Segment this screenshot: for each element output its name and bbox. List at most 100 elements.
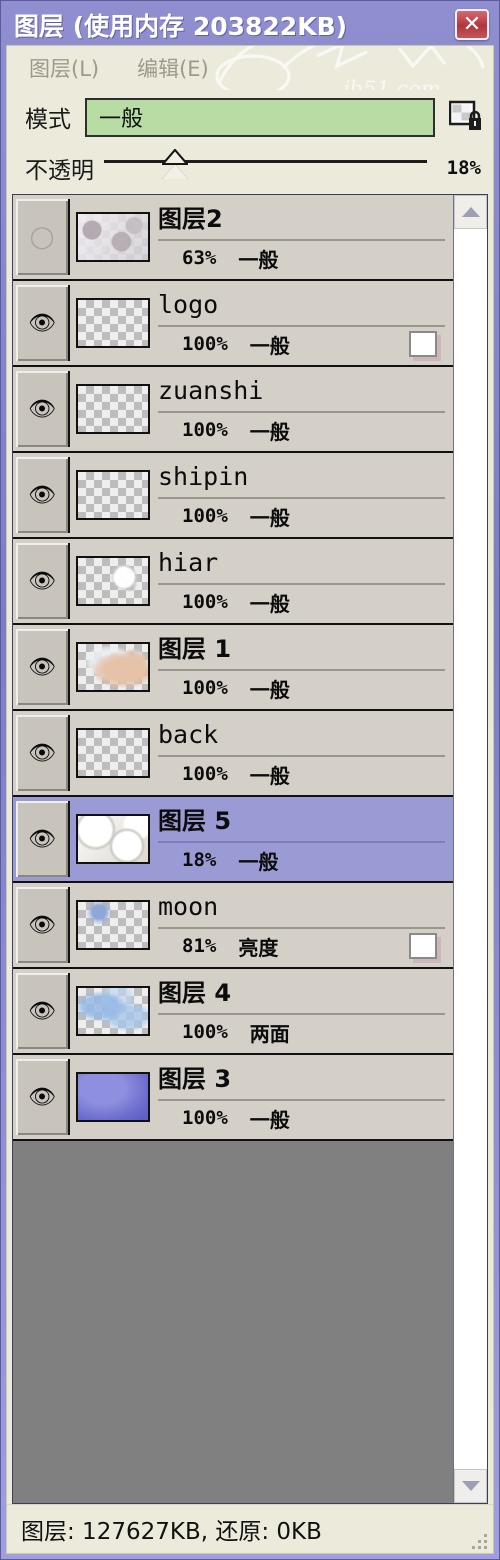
layer-row[interactable]: 👁 图层 3 100% 一般 — [13, 1055, 453, 1141]
layer-name: 图层2 — [158, 199, 445, 241]
layer-thumbnail-cell[interactable] — [70, 711, 156, 795]
layer-visibility-toggle[interactable]: 👁 — [16, 371, 70, 447]
layer-thumbnail-cell[interactable] — [70, 883, 156, 967]
layer-thumbnail-art — [78, 816, 148, 862]
layer-thumbnail-cell[interactable] — [70, 281, 156, 365]
layers-scrollbar[interactable] — [453, 195, 487, 1503]
layer-info: 图层 1 100% 一般 — [156, 625, 453, 709]
layer-row[interactable]: 👁 back 100% 一般 — [13, 711, 453, 797]
layer-visibility-toggle[interactable]: 👁 — [16, 715, 70, 791]
chevron-down-icon — [461, 1481, 480, 1491]
layer-row[interactable]: 👁 图层 1 100% 一般 — [13, 625, 453, 711]
titlebar[interactable]: 图层 (使用内存 203822KB) ✕ — [6, 5, 494, 45]
layer-thumbnail-cell[interactable] — [70, 969, 156, 1053]
layer-thumbnail-cell[interactable] — [70, 539, 156, 623]
layer-thumbnail-cell[interactable] — [70, 625, 156, 709]
mode-label: 模式 — [25, 107, 71, 133]
layer-thumbnail-cell[interactable] — [70, 195, 156, 279]
layer-info: 图层 5 18% 一般 — [156, 797, 453, 881]
layer-info: 图层2 63% 一般 — [156, 195, 453, 279]
scroll-down-button[interactable] — [454, 1469, 487, 1503]
layer-mask-icon[interactable] — [409, 933, 437, 959]
status-text: 图层: 127627KB, 还原: 0KB — [21, 1519, 322, 1545]
layers-panel: ◯ 图层2 63% 一般 👁 logo 100% 一般 👁 zuanshi 100% 一般 👁 shipi… — [12, 194, 488, 1504]
layer-meta: 63% 一般 — [158, 241, 445, 275]
layer-visibility-toggle[interactable]: 👁 — [16, 543, 70, 619]
opacity-slider-thumb[interactable] — [162, 149, 189, 179]
layers-window: 图层 (使用内存 203822KB) ✕ 图层(L) 编辑(E) jb51.co… — [0, 0, 500, 1560]
mode-row: 模式 一般 — [7, 90, 493, 144]
opacity-slider[interactable] — [104, 149, 427, 185]
layer-visibility-toggle[interactable]: 👁 — [16, 629, 70, 705]
layer-mask-icon[interactable] — [409, 331, 437, 357]
layer-thumbnail-cell[interactable] — [70, 1055, 156, 1139]
scroll-track[interactable] — [454, 229, 487, 1469]
layer-thumbnail-cell[interactable] — [70, 367, 156, 451]
watermark-logo: jb51.com — [215, 46, 485, 90]
layer-meta: 100% 一般 — [158, 585, 445, 619]
layer-blend-mode: 亮度 — [238, 935, 279, 960]
layer-visibility-toggle[interactable]: ◯ — [16, 199, 70, 275]
layer-blend-mode: 一般 — [249, 1107, 290, 1132]
eye-icon: ◯ — [29, 224, 55, 249]
layer-blend-mode: 一般 — [249, 763, 290, 788]
layer-row[interactable]: 👁 zuanshi 100% 一般 — [13, 367, 453, 453]
layer-thumbnail — [76, 986, 150, 1036]
layer-visibility-toggle[interactable]: 👁 — [16, 973, 70, 1049]
layer-thumbnail — [76, 728, 150, 778]
layer-thumbnail-art — [78, 902, 148, 948]
layer-visibility-toggle[interactable]: 👁 — [16, 457, 70, 533]
eye-icon: 👁 — [28, 740, 56, 765]
layer-meta: 100% 一般 — [158, 757, 445, 791]
resize-grip[interactable] — [469, 1531, 487, 1549]
layer-thumbnail-art — [78, 1074, 148, 1120]
eye-icon: 👁 — [28, 826, 56, 851]
layer-row[interactable]: 👁 logo 100% 一般 — [13, 281, 453, 367]
scroll-up-button[interactable] — [454, 195, 487, 229]
lock-transparency-icon[interactable] — [448, 100, 483, 134]
opacity-value: 18% — [446, 157, 481, 179]
close-button[interactable]: ✕ — [455, 9, 489, 40]
layer-info: 图层 3 100% 一般 — [156, 1055, 453, 1139]
opacity-slider-track — [104, 160, 427, 163]
layer-name: shipin — [158, 457, 445, 499]
menu-item-layer[interactable]: 图层(L) — [29, 53, 99, 83]
layer-visibility-toggle[interactable]: 👁 — [16, 887, 70, 963]
layer-info: zuanshi 100% 一般 — [156, 367, 453, 451]
layer-thumbnail-art — [78, 558, 148, 604]
eye-icon: 👁 — [28, 1084, 56, 1109]
layer-row[interactable]: 👁 moon 81% 亮度 — [13, 883, 453, 969]
layer-row[interactable]: 👁 图层 5 18% 一般 — [13, 797, 453, 883]
layer-thumbnail-art — [78, 472, 148, 518]
layer-visibility-toggle[interactable]: 👁 — [16, 285, 70, 361]
layer-thumbnail-art — [78, 730, 148, 776]
eye-icon: 👁 — [28, 568, 56, 593]
layer-thumbnail-cell[interactable] — [70, 453, 156, 537]
layer-meta: 81% 亮度 — [158, 929, 445, 963]
blend-mode-select[interactable]: 一般 — [85, 97, 435, 137]
eye-icon: 👁 — [28, 310, 56, 335]
statusbar: 图层: 127627KB, 还原: 0KB — [7, 1504, 493, 1553]
layer-info: hiar 100% 一般 — [156, 539, 453, 623]
menu-item-edit[interactable]: 编辑(E) — [137, 53, 209, 83]
layer-row[interactable]: ◯ 图层2 63% 一般 — [13, 195, 453, 281]
layer-blend-mode: 一般 — [249, 591, 290, 616]
layer-opacity-value: 100% — [182, 1107, 228, 1129]
layer-thumbnail-art — [78, 214, 148, 260]
layer-info: moon 81% 亮度 — [156, 883, 453, 967]
layer-thumbnail — [76, 212, 150, 262]
layer-row[interactable]: 👁 shipin 100% 一般 — [13, 453, 453, 539]
layer-visibility-toggle[interactable]: 👁 — [16, 1059, 70, 1135]
eye-icon: 👁 — [28, 912, 56, 937]
layer-opacity-value: 63% — [182, 247, 217, 269]
layer-visibility-toggle[interactable]: 👁 — [16, 801, 70, 877]
layer-thumbnail — [76, 1072, 150, 1122]
layer-thumbnail-cell[interactable] — [70, 797, 156, 881]
close-icon: ✕ — [462, 11, 482, 37]
client-area: 图层(L) 编辑(E) jb51.com 模式 一般 不透明 18% ◯ 图层2… — [6, 45, 494, 1554]
layer-blend-mode: 一般 — [238, 849, 279, 874]
layer-blend-mode: 一般 — [238, 247, 279, 272]
layer-row[interactable]: 👁 图层 4 100% 两面 — [13, 969, 453, 1055]
layer-row[interactable]: 👁 hiar 100% 一般 — [13, 539, 453, 625]
layer-meta: 100% 一般 — [158, 327, 445, 361]
